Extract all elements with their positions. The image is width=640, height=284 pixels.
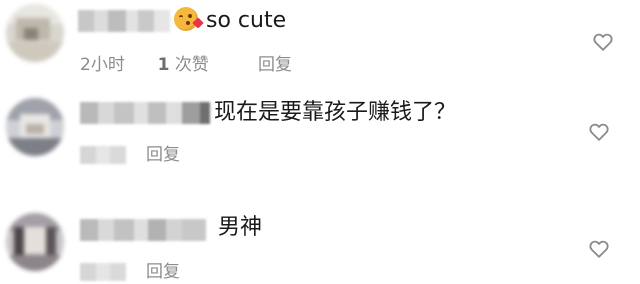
- username-redacted[interactable]: [80, 219, 206, 241]
- comment-item: 男神 回复: [0, 205, 640, 282]
- heart-outline-icon[interactable]: [588, 238, 610, 260]
- kissing-face-with-heart-icon: [174, 7, 204, 31]
- reply-button[interactable]: 回复: [258, 53, 292, 77]
- comment-text: so cute: [174, 6, 286, 36]
- avatar[interactable]: [6, 98, 64, 156]
- like-count: 1: [157, 55, 170, 75]
- username-redacted[interactable]: [80, 102, 210, 124]
- comment-item: so cute 2小时 1 次赞 回复: [0, 0, 640, 90]
- comment-meta: 2小时 1 次赞: [80, 53, 209, 77]
- heart-outline-icon[interactable]: [592, 31, 614, 53]
- like-count-label: 次赞: [174, 55, 209, 75]
- timestamp-redacted: [80, 263, 126, 281]
- comment-item: 现在是要靠孩子赚钱了？ 回复: [0, 90, 640, 190]
- timestamp: 2小时: [80, 55, 125, 75]
- username-redacted[interactable]: [78, 10, 170, 32]
- timestamp-redacted: [80, 146, 126, 164]
- reply-button[interactable]: 回复: [146, 143, 180, 167]
- reply-button[interactable]: 回复: [146, 260, 180, 284]
- comment-text: 现在是要靠孩子赚钱了？: [214, 100, 457, 125]
- avatar[interactable]: [6, 213, 64, 271]
- avatar[interactable]: [6, 4, 64, 62]
- heart-outline-icon[interactable]: [588, 121, 610, 143]
- comment-text: 男神: [218, 215, 263, 240]
